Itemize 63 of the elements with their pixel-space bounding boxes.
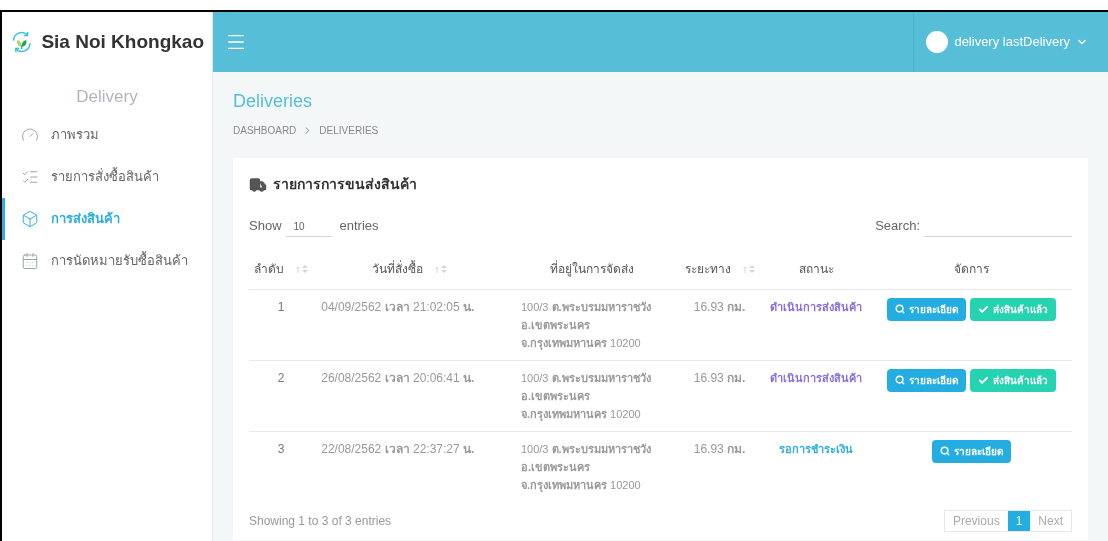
- status-label: ดำเนินการส่งสินค้า: [770, 371, 863, 384]
- sort-icon: [296, 263, 309, 274]
- detail-button[interactable]: รายละเอียด: [886, 368, 966, 392]
- column-header[interactable]: ระยะทาง: [684, 259, 731, 278]
- column-header[interactable]: ลำดับ: [254, 259, 285, 278]
- truck-icon: [249, 175, 267, 194]
- page-button[interactable]: 1: [1007, 511, 1031, 531]
- box-icon: [21, 209, 39, 228]
- brand-name: Sia Noi Khongkao: [41, 29, 204, 54]
- detail-button[interactable]: รายละเอียด: [931, 439, 1011, 463]
- table-info: Showing 1 to 3 of 3 entries: [249, 513, 392, 530]
- user-menu-button[interactable]: delivery lastDelivery: [913, 12, 1100, 72]
- address-line: อ.เขตพระนคร: [520, 388, 591, 404]
- status-label: ดำเนินการส่งสินค้า: [770, 300, 863, 313]
- table-cell: 16.93 กม.: [693, 370, 746, 385]
- table-cell: 16.93 กม.: [693, 299, 746, 314]
- card-title: รายการการขนส่งสินค้า: [273, 175, 417, 194]
- status-label: รอการชำระเงิน: [779, 442, 854, 455]
- gauge-icon: [21, 125, 39, 144]
- address-line: จ.กรุงเทพมหานคร 10200: [520, 406, 642, 423]
- check-icon: [977, 303, 989, 315]
- address-line: อ.เขตพระนคร: [520, 317, 591, 333]
- page-title: Deliveries: [233, 90, 314, 113]
- address-line: อ.เขตพระนคร: [520, 459, 591, 475]
- column-header: จัดการ: [953, 260, 989, 278]
- sidebar-title: Delivery: [75, 86, 139, 108]
- column-header[interactable]: วันที่สั่งซื้อ: [371, 259, 423, 278]
- search-icon: [939, 446, 950, 456]
- delivered-button[interactable]: ส่งสินค้าแล้ว: [969, 368, 1056, 392]
- breadcrumb-item[interactable]: DASHBOARD: [233, 123, 297, 138]
- table-cell: 26/08/2562 เวลา 20:06:41 น.: [321, 370, 475, 385]
- entries-select[interactable]: 10: [285, 219, 332, 237]
- address-line: 100/3 ต.พระบรมมหาราชวัง: [520, 370, 652, 386]
- table-cell: 16.93 กม.: [693, 441, 746, 456]
- avatar-icon: [926, 31, 949, 53]
- address-line: 100/3 ต.พระบรมมหาราชวัง: [520, 441, 652, 457]
- next-button[interactable]: Next: [1030, 511, 1071, 531]
- search-icon: [894, 375, 905, 385]
- sidebar-item[interactable]: รายการสั่งซื้อสินค้า: [2, 155, 212, 198]
- sidebar-item[interactable]: การนัดหมายรับซื้อสินค้า: [2, 239, 212, 282]
- table-cell: 04/09/2562 เวลา 21:02:05 น.: [321, 299, 475, 314]
- delivered-button[interactable]: ส่งสินค้าแล้ว: [969, 297, 1056, 321]
- detail-button[interactable]: รายละเอียด: [886, 297, 966, 321]
- column-header: ที่อยู่ในการจัดส่ง: [549, 259, 634, 278]
- breadcrumb-item: DELIVERIES: [319, 124, 379, 138]
- sort-icon: [434, 263, 447, 274]
- address-line: จ.กรุงเทพมหานคร 10200: [520, 335, 642, 352]
- table-cell: 2: [277, 370, 285, 385]
- sidebar-item[interactable]: ภาพรวม: [2, 113, 212, 156]
- calendar-icon: [21, 251, 39, 270]
- table-cell: 22/08/2562 เวลา 22:37:27 น.: [321, 441, 475, 456]
- entries-label: entries: [339, 217, 379, 236]
- table-cell: 3: [277, 441, 285, 456]
- column-header: สถานะ: [798, 260, 834, 278]
- table-cell: 1: [277, 299, 285, 314]
- check-icon: [977, 374, 989, 386]
- previous-button[interactable]: Previous: [944, 511, 1008, 531]
- sort-icon: [742, 263, 755, 274]
- show-label: Show: [249, 217, 282, 236]
- search-icon: [894, 304, 905, 314]
- address-line: จ.กรุงเทพมหานคร 10200: [520, 477, 642, 494]
- search-label: Search:: [875, 217, 920, 236]
- address-line: 100/3 ต.พระบรมมหาราชวัง: [520, 299, 652, 315]
